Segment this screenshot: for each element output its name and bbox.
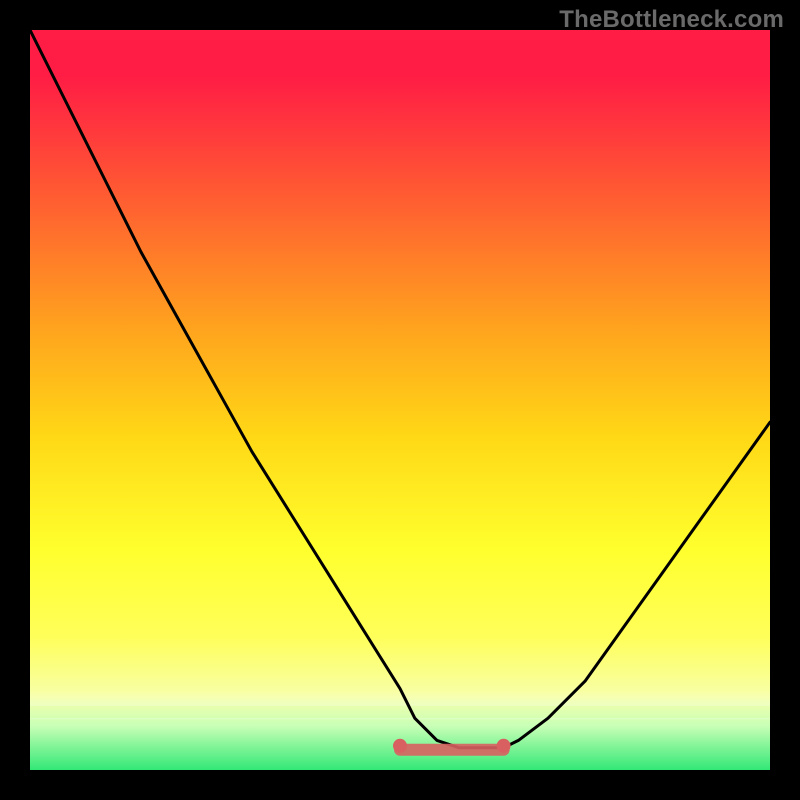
bottom-mark-dot: [393, 739, 407, 753]
chart-frame: TheBottleneck.com: [0, 0, 800, 800]
plot-area: [30, 30, 770, 770]
main-curve-path: [30, 30, 770, 748]
watermark-text: TheBottleneck.com: [559, 6, 784, 34]
curve-layer: [30, 30, 770, 770]
bottom-mark-dot: [497, 739, 511, 753]
